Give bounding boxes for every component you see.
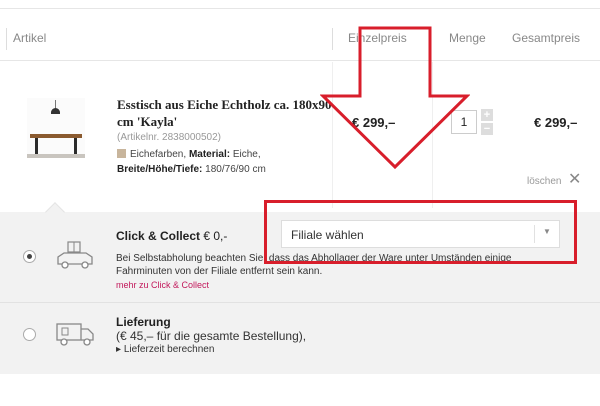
shipping-divider [0, 302, 600, 303]
pendant-lamp [51, 108, 60, 114]
click-collect-radio[interactable] [23, 250, 36, 263]
color-value: Eichefarben, [130, 149, 187, 160]
delete-link[interactable]: löschen [527, 176, 561, 187]
dimensions-label: Breite/Höhe/Tiefe: [117, 164, 203, 175]
product-image[interactable] [27, 98, 85, 158]
click-collect-info-link[interactable]: mehr zu Click & Collect [116, 280, 209, 290]
click-collect-title: Click & Collect € 0,- [116, 229, 227, 243]
lieferung-title: Lieferung [116, 315, 171, 329]
material-value: Eiche, [232, 149, 261, 160]
annotation-highlight-box [264, 200, 577, 264]
table-leg [35, 138, 38, 154]
dimensions-value: 180/76/90 cm [205, 164, 266, 175]
color-swatch [117, 149, 126, 158]
lieferung-radio[interactable] [23, 328, 36, 341]
material-label: Material: [188, 149, 231, 160]
quantity-increase-button[interactable]: + [481, 109, 493, 121]
top-divider [0, 8, 600, 9]
click-collect-label: Click & Collect [116, 229, 201, 243]
product-attributes: Eichefarben, Material: Eiche, Breite/Höh… [117, 147, 332, 177]
cart-table-header: Artikel Einzelpreis Menge Gesamtpreis [0, 22, 600, 58]
radio-selected-dot [27, 254, 32, 259]
quantity-decrease-button[interactable]: − [481, 123, 493, 135]
header-divider [0, 60, 600, 61]
article-number: (Artikelnr. 2838000502) [117, 132, 221, 143]
lieferung-subtitle: (€ 45,– für die gesamte Bestellung), [116, 329, 307, 343]
click-collect-price: € 0,- [203, 229, 228, 243]
product-title[interactable]: Esstisch aus Eiche Echtholz ca. 180x90 c… [117, 96, 332, 130]
delivery-time-link[interactable]: ▸ Lieferzeit berechnen [116, 344, 214, 355]
total-price: € 299,– [534, 115, 578, 130]
column-gesamtpreis: Gesamtpreis [512, 31, 581, 45]
delivery-time-link-label: Lieferzeit berechnen [123, 344, 215, 355]
annotation-arrow [320, 26, 470, 170]
column-artikel: Artikel [13, 31, 47, 45]
close-icon[interactable]: ✕ [568, 172, 581, 188]
delivery-truck-icon [56, 323, 94, 346]
car-with-furniture-icon [57, 241, 93, 269]
floor [27, 154, 85, 158]
caret-right-icon: ▸ [116, 344, 122, 355]
table-leg [74, 138, 77, 154]
header-separator [6, 28, 7, 50]
